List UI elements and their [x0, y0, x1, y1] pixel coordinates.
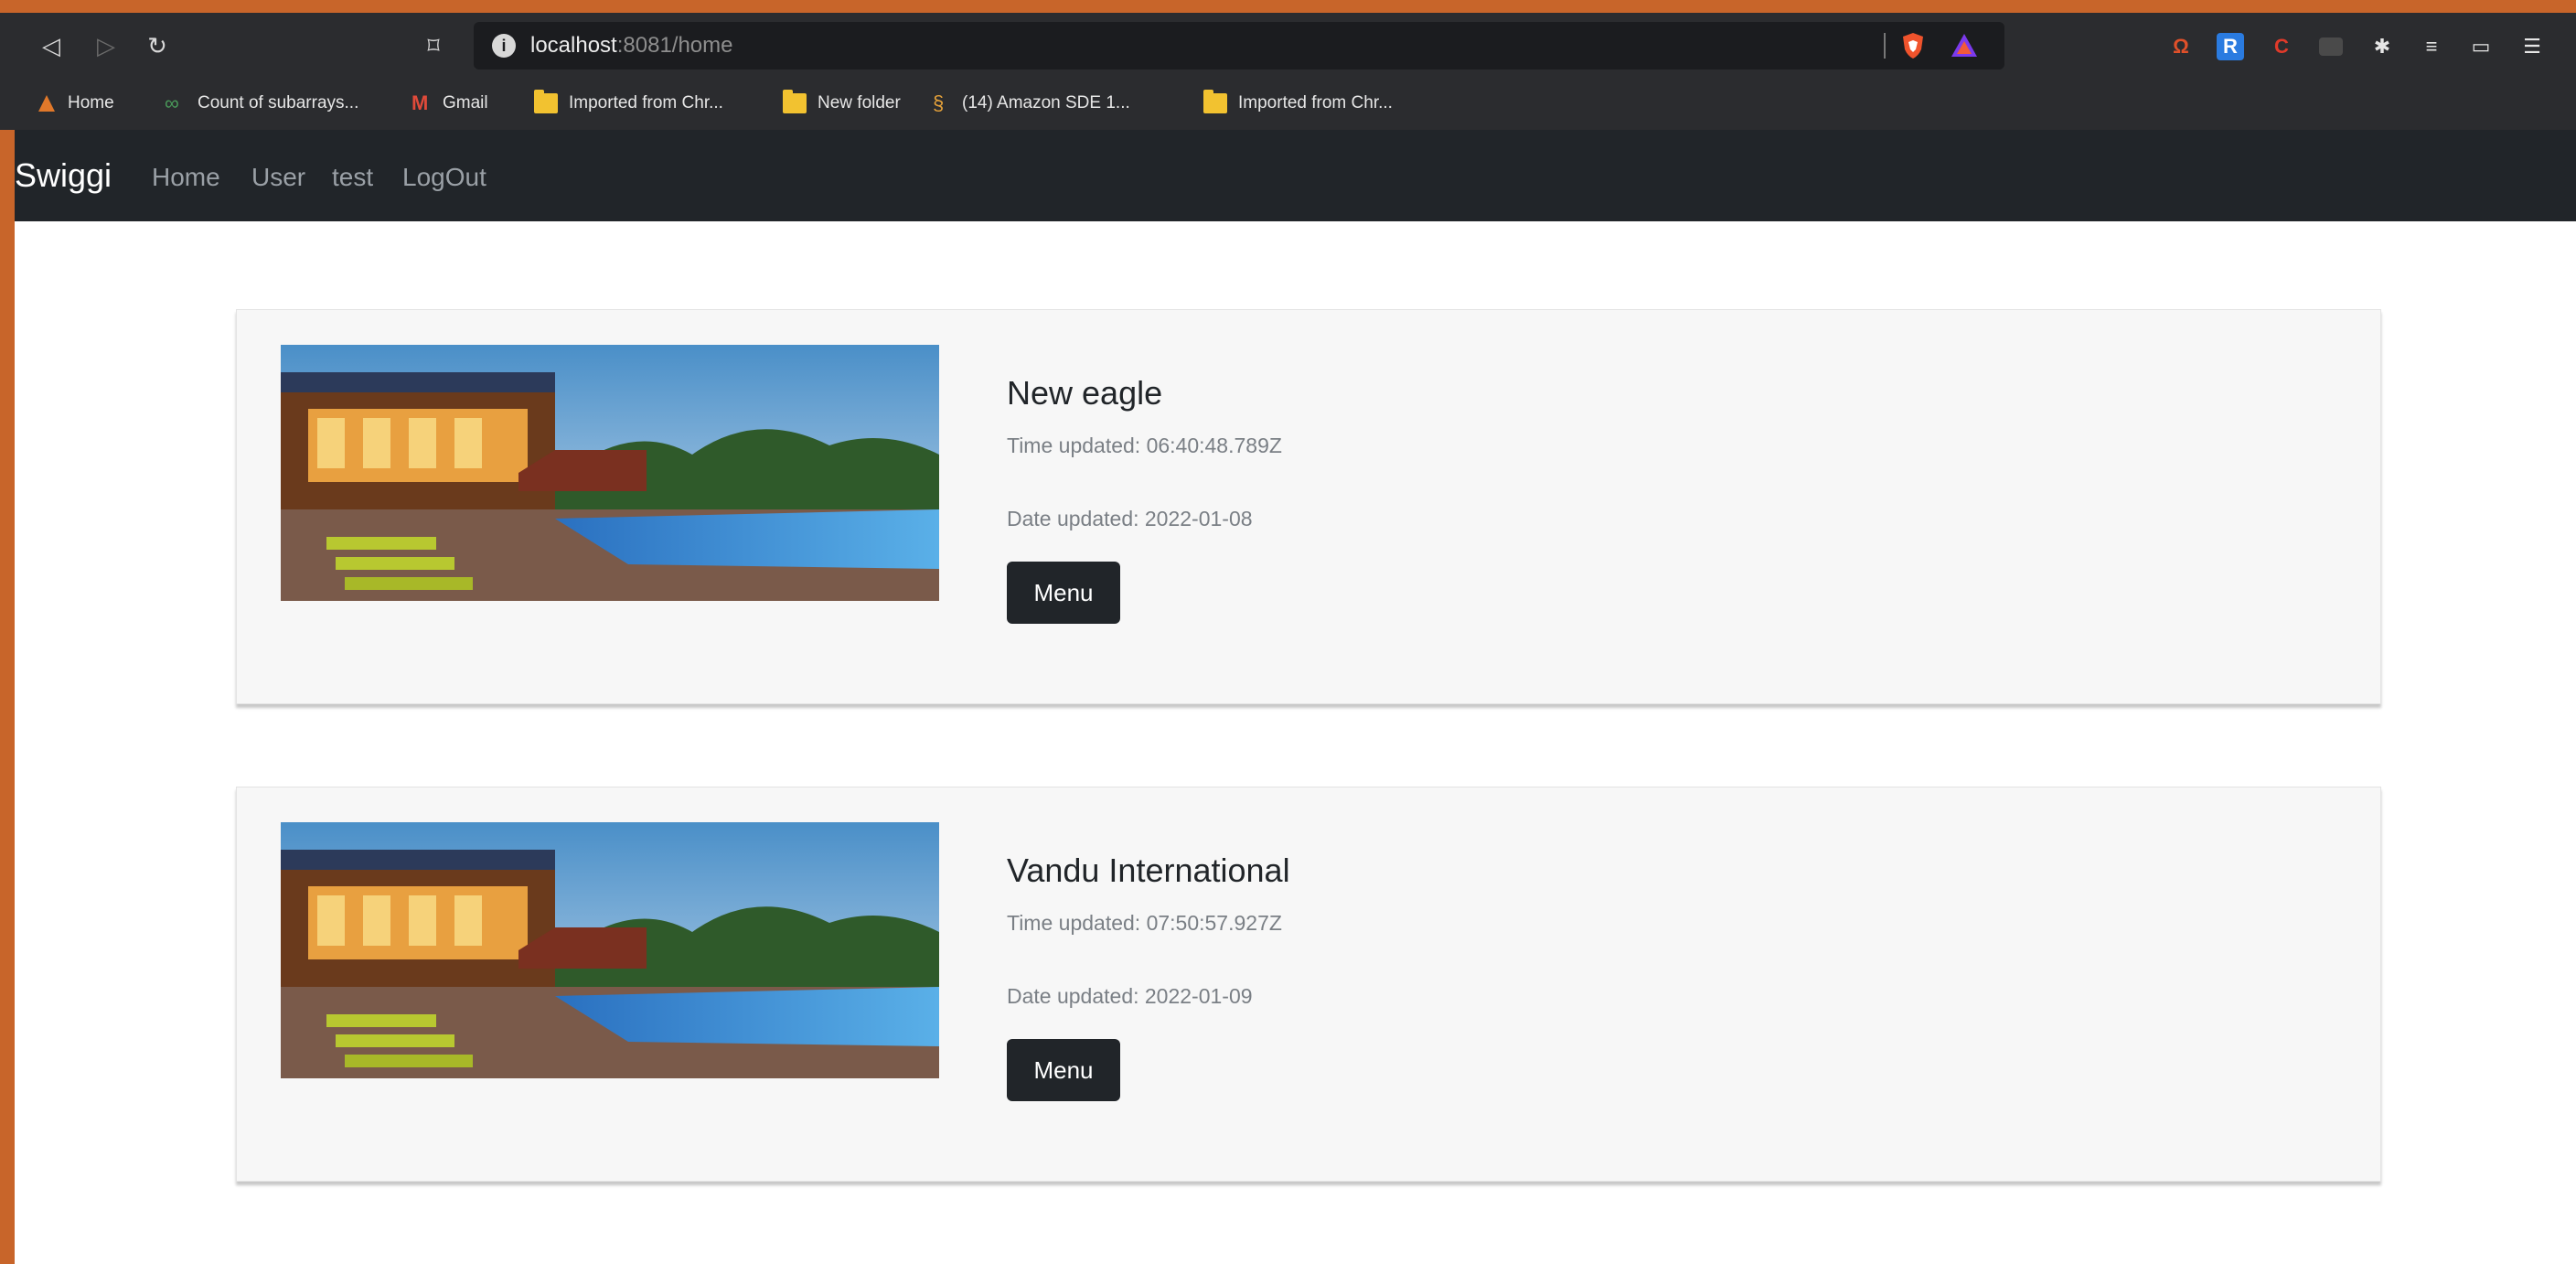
url-text[interactable]: localhost:8081/home — [530, 32, 733, 59]
address-bar[interactable]: i localhost:8081/home — [474, 22, 2004, 70]
extension-r-icon[interactable]: R — [2217, 33, 2244, 60]
nav-link-user[interactable]: User — [251, 163, 305, 192]
extension-c-icon[interactable]: C — [2268, 33, 2295, 60]
date-updated: Date updated: 2022-01-09 — [1007, 984, 1253, 1008]
nav-link-test[interactable]: test — [332, 163, 373, 192]
bookmark-imported-2[interactable]: Imported from Chr... — [1203, 90, 1393, 117]
time-updated: Time updated: 06:40:48.789Z — [1007, 434, 1282, 457]
restaurant-name: New eagle — [1007, 374, 1163, 412]
bookmark-imported-1[interactable]: Imported from Chr... — [534, 90, 723, 117]
bookmark-label: (14) Amazon SDE 1... — [962, 93, 1130, 112]
bookmark-gmail[interactable]: M Gmail — [412, 90, 488, 117]
menu-button[interactable]: Menu — [1007, 1039, 1120, 1101]
menu-icon[interactable]: ☰ — [2518, 33, 2546, 60]
puzzle-icon[interactable]: ✱ — [2368, 33, 2396, 60]
bookmark-count-subarrays[interactable]: ∞ Count of subarrays... — [165, 90, 358, 117]
restaurant-image — [281, 822, 939, 1078]
brave-rewards-icon[interactable] — [1950, 31, 1979, 60]
bookmark-home[interactable]: Home — [37, 90, 114, 117]
bookmark-label: Imported from Chr... — [1238, 93, 1393, 112]
restaurant-image — [281, 345, 939, 601]
bookmark-label: Count of subarrays... — [198, 93, 359, 112]
menu-button[interactable]: Menu — [1007, 562, 1120, 624]
bookmark-label: Imported from Chr... — [569, 93, 723, 112]
bookmarks-bar: Home ∞ Count of subarrays... M Gmail Imp… — [0, 79, 2576, 130]
time-updated: Time updated: 07:50:57.927Z — [1007, 911, 1282, 935]
bookmark-amazon-sde[interactable]: § (14) Amazon SDE 1... — [933, 90, 1130, 117]
page-content: Swiggi Home User test LogOut New eagle T… — [15, 130, 2576, 1264]
tab-strip — [0, 0, 2576, 13]
restaurant-card: Vandu International Time updated: 07:50:… — [236, 787, 2381, 1182]
restaurant-name: Vandu International — [1007, 852, 1290, 889]
nav-link-home[interactable]: Home — [152, 163, 220, 192]
restaurant-card: New eagle Time updated: 06:40:48.789Z Da… — [236, 309, 2381, 704]
gmail-icon: M — [412, 91, 429, 114]
browser-toolbar: ◁ ▷ ↻ ⌑ i localhost:8081/home Ω R C ✱ ≡ … — [0, 13, 2576, 79]
bookmark-new-folder[interactable]: New folder — [783, 90, 901, 117]
extension-omega-icon[interactable]: Ω — [2167, 33, 2195, 60]
nav-link-logout[interactable]: LogOut — [402, 163, 486, 192]
playlist-icon[interactable]: ≡ — [2418, 33, 2445, 60]
date-updated: Date updated: 2022-01-08 — [1007, 507, 1253, 530]
wallet-icon[interactable]: ▭ — [2467, 33, 2495, 60]
folder-icon — [534, 90, 558, 113]
extension-screen-icon[interactable] — [2319, 37, 2343, 56]
folder-icon — [783, 90, 807, 113]
folder-icon — [1203, 90, 1227, 113]
brand-link[interactable]: Swiggi — [15, 157, 112, 194]
leetcode-icon: § — [933, 91, 945, 114]
url-path: :8081/home — [616, 33, 733, 58]
bookmark-label: Gmail — [443, 93, 488, 112]
forward-icon[interactable]: ▷ — [91, 31, 121, 60]
bookmark-label: Home — [68, 93, 114, 112]
reload-icon[interactable]: ↻ — [143, 31, 172, 60]
bookmark-label: New folder — [818, 93, 901, 112]
brave-shield-icon[interactable] — [1898, 31, 1928, 60]
bookmark-icon[interactable]: ⌑ — [419, 31, 448, 60]
home-bookmark-icon — [37, 93, 57, 113]
infinity-icon: ∞ — [165, 91, 179, 114]
app-navbar: Swiggi Home User test LogOut — [15, 130, 2576, 221]
url-host: localhost — [530, 33, 617, 58]
info-icon[interactable]: i — [492, 34, 516, 58]
address-separator — [1884, 33, 1886, 59]
back-icon[interactable]: ◁ — [37, 31, 66, 60]
